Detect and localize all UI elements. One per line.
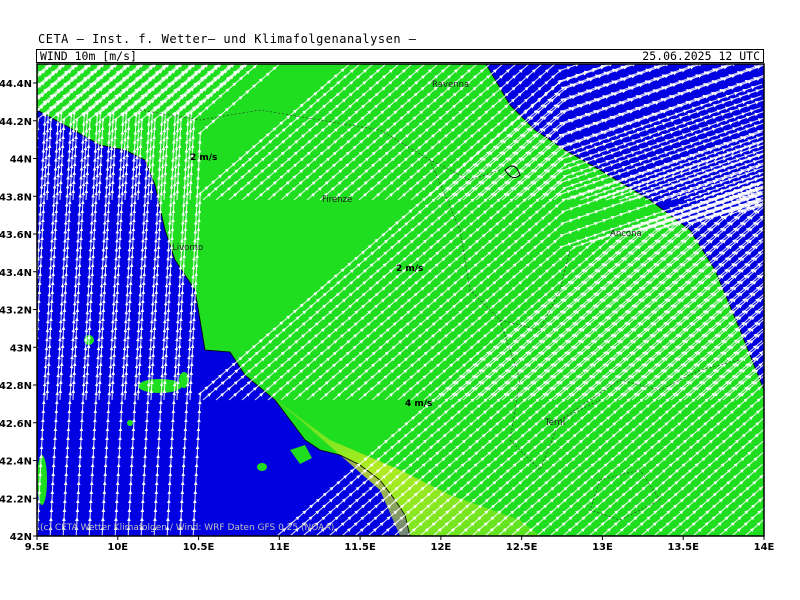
city-label: Firenze	[322, 195, 352, 205]
y-tick-label: 44N	[10, 155, 32, 166]
y-tick-label: 44.2N	[0, 117, 32, 128]
x-tick-label: 14E	[754, 542, 775, 553]
x-tick-label: 10.5E	[183, 542, 215, 553]
wind-map: Ravenna Firenze Livorno Ancona Terni 2 m…	[0, 63, 775, 553]
y-axis: 44.4N 44.2N 44N 43.8N 43.6N 43.4N 43.2N 43N 42.8…	[0, 79, 37, 543]
copyright-text: (c) CETA Wetter Klimafolgen / Wind: WRF …	[40, 523, 334, 533]
island	[257, 463, 267, 471]
y-tick-label: 43.4N	[0, 268, 32, 279]
island	[127, 420, 133, 426]
y-tick-label: 42.6N	[0, 419, 32, 430]
contour-label: 2 m/s	[396, 264, 423, 274]
x-tick-label: 12E	[431, 542, 452, 553]
contour-label: 2 m/s	[190, 153, 217, 163]
y-tick-label: 42N	[10, 532, 32, 543]
island	[37, 455, 47, 505]
x-tick-label: 10E	[107, 542, 128, 553]
y-tick-label: 43.2N	[0, 306, 32, 317]
city-label: Livorno	[172, 243, 203, 253]
city-label: Ravenna	[432, 80, 469, 90]
x-tick-label: 11.5E	[344, 542, 376, 553]
y-tick-label: 43.6N	[0, 230, 32, 241]
y-tick-label: 43.8N	[0, 192, 32, 203]
y-tick-label: 42.2N	[0, 494, 32, 505]
x-tick-label: 11E	[269, 542, 290, 553]
city-label: Terni	[544, 418, 565, 428]
x-tick-label: 12.5E	[506, 542, 538, 553]
city-label: Ancona	[610, 229, 642, 239]
contour-label: 4 m/s	[405, 399, 432, 409]
x-tick-label: 9.5E	[25, 542, 50, 553]
y-tick-label: 43N	[10, 343, 32, 354]
y-tick-label: 42.4N	[0, 457, 32, 468]
x-tick-label: 13.5E	[667, 542, 699, 553]
x-tick-label: 13E	[592, 542, 613, 553]
y-tick-label: 42.8N	[0, 381, 32, 392]
y-tick-label: 44.4N	[0, 79, 32, 90]
x-axis: 9.5E 10E 10.5E 11E 11.5E 12E 12.5E 13E 13.5E 14E	[25, 536, 775, 553]
